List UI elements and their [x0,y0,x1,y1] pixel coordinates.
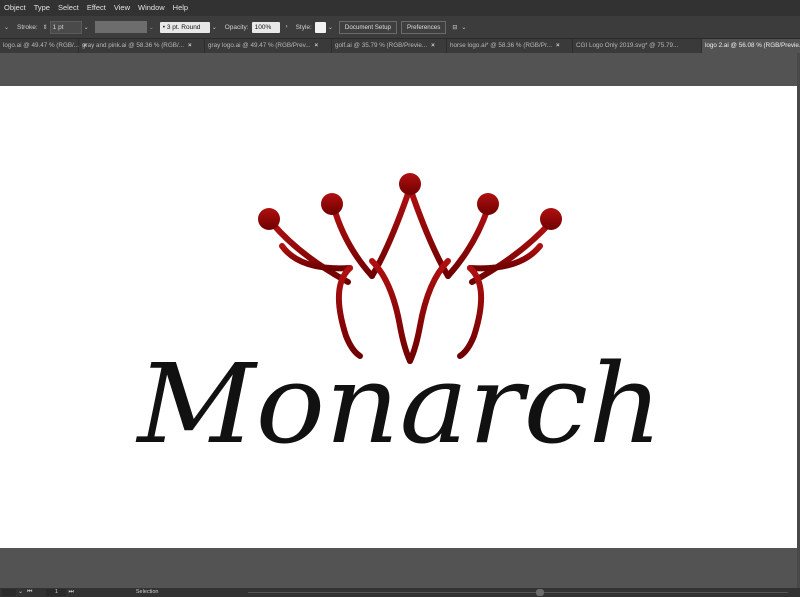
crown-icon [269,185,553,364]
tab-golf[interactable]: golf.ai @ 35.79 % (RGB/Previe... × [332,39,447,53]
current-tool: Selection [135,589,159,595]
tab-label: logo 2.ai @ 56.08 % (RGB/Previe... [705,42,800,49]
tab-gray-and-pink[interactable]: gray and pink.ai @ 58.36 % (RGB/... × [79,39,205,53]
chevron-down-icon[interactable]: ⌄ [461,24,466,31]
menu-select[interactable]: Select [54,0,83,16]
close-icon[interactable]: × [431,39,435,53]
brush-definition-value: 3 pt. Round [166,23,201,31]
page-field[interactable]: 1 [46,589,67,596]
control-bar: ⌄ Stroke: ⇕ 1 pt ⌄ ⌄ • 3 pt. Round ⌄ Opa… [0,16,800,39]
chevron-down-icon[interactable]: ⌄ [18,588,23,597]
chevron-down-icon[interactable]: ⌄ [328,24,333,31]
wordmark-text: Monarch [135,340,662,469]
tab-logo-2[interactable]: logo 2.ai @ 56.08 % (RGB/Previe... [702,39,800,53]
first-page-icon[interactable]: ⏮ [27,588,32,597]
close-icon[interactable]: × [315,39,319,53]
tab-cgi-logo[interactable]: CGI Logo Only 2019.svg* @ 75.79... [573,39,702,53]
style-label: Style: [295,23,312,31]
zoom-field[interactable] [2,589,16,596]
horizontal-scroll-track[interactable] [248,592,788,593]
variable-width-profile[interactable] [94,21,147,33]
last-page-icon[interactable]: ⏭ [68,588,73,597]
menu-bar: Object Type Select Effect View Window He… [0,0,800,16]
document-tab-bar: logo.ai @ 49.47 % (RGB/... × gray and pin… [0,39,800,53]
chevron-right-icon[interactable]: › [286,24,288,30]
chevron-down-icon[interactable]: ⌄ [4,24,9,31]
tab-gray-logo[interactable]: gray logo.ai @ 49.47 % (RGB/Prev... × [205,39,332,53]
preferences-button[interactable]: Preferences [400,20,447,34]
stroke-weight-value: 1 pt [52,23,64,31]
monarch-logo: Monarch [135,173,663,469]
menu-effect[interactable]: Effect [83,0,110,16]
chevron-down-icon[interactable]: ⌄ [84,24,89,31]
opacity-value: 100% [254,23,272,31]
tab-label: gray logo.ai @ 49.47 % (RGB/Prev... [208,42,311,49]
brush-definition[interactable]: • 3 pt. Round [159,21,210,33]
opacity-label: Opacity: [224,23,249,31]
tab-logo[interactable]: logo.ai @ 49.47 % (RGB/... × [0,39,87,53]
tab-label: gray and pink.ai @ 58.36 % (RGB/... [82,42,184,49]
menu-view[interactable]: View [110,0,134,16]
menu-window[interactable]: Window [134,0,169,16]
tab-label: golf.ai @ 35.79 % (RGB/Previe... [335,42,428,49]
artboard[interactable]: Monarch [0,86,797,548]
chevron-down-icon[interactable]: ⌄ [212,24,217,31]
horizontal-scroll-thumb[interactable] [536,589,544,596]
tab-label: CGI Logo Only 2019.svg* @ 75.79... [576,42,679,49]
stroke-label: Stroke: [17,23,38,31]
close-icon[interactable]: × [556,39,560,53]
tab-label: logo.ai @ 49.47 % (RGB/... [3,42,80,49]
opacity-field[interactable]: 100% [251,21,280,33]
crown-jewels [258,173,562,230]
menu-object[interactable]: Object [0,0,30,16]
align-icon[interactable]: ⊟ [452,24,457,31]
document-setup-button[interactable]: Document Setup [338,20,397,34]
status-bar: ⌄ ⏮ 1 ⏭ Selection [0,588,800,597]
stepper-icon[interactable]: ⇕ [43,24,48,31]
graphic-style-swatch[interactable] [314,21,326,33]
close-icon[interactable]: × [188,39,192,53]
stroke-weight-field[interactable]: 1 pt [49,20,82,34]
tab-label: horse logo.ai* @ 58.36 % (RGB/Pr... [450,42,552,49]
menu-help[interactable]: Help [169,0,192,16]
chevron-down-icon[interactable]: ⌄ [149,24,154,31]
menu-type[interactable]: Type [30,0,54,16]
tab-horse-logo[interactable]: horse logo.ai* @ 58.36 % (RGB/Pr... × [447,39,573,53]
